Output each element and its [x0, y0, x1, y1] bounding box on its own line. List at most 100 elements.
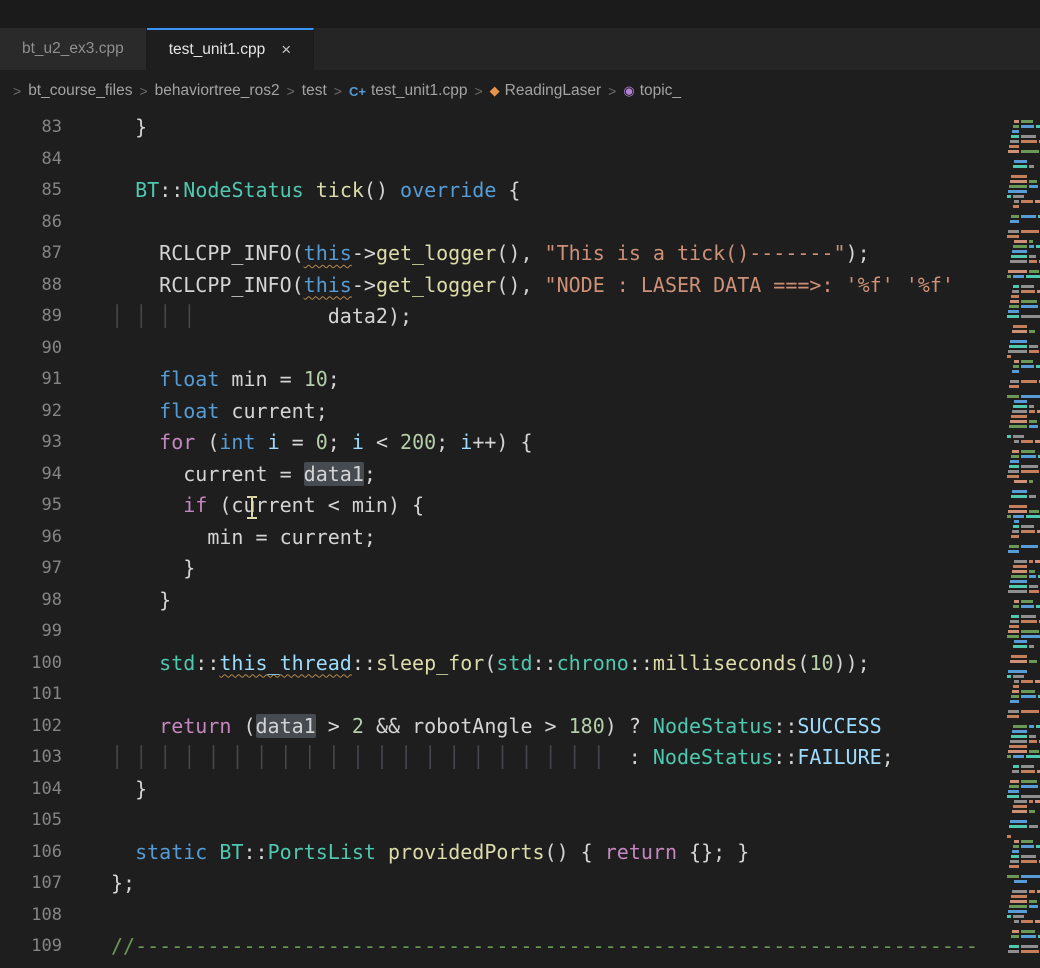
line-number[interactable]: 84 — [0, 144, 62, 176]
code-line[interactable]: 109//-----------------------------------… — [0, 931, 1006, 963]
chevron-right-icon: > — [13, 83, 21, 99]
code-editor[interactable]: 83 }8485 BT::NodeStatus tick() override … — [0, 112, 1040, 968]
breadcrumb-label: ReadingLaser — [505, 82, 602, 100]
code-line[interactable]: 95 if (current < min) { — [0, 490, 1006, 522]
breadcrumb-label: behaviortree_ros2 — [155, 82, 280, 100]
line-number[interactable]: 107 — [0, 868, 62, 900]
code-line[interactable]: 102 return (data1 > 2 && robotAngle > 18… — [0, 711, 1006, 743]
code-line[interactable]: 93 for (int i = 0; i < 200; i++) { — [0, 427, 1006, 459]
cpp-symbol-icon: C+ — [349, 84, 366, 99]
code-line[interactable]: 107}; — [0, 868, 1006, 900]
chevron-right-icon: > — [474, 83, 482, 99]
line-number[interactable]: 91 — [0, 364, 62, 396]
chevron-right-icon: > — [608, 83, 616, 99]
line-number[interactable]: 96 — [0, 522, 62, 554]
line-number[interactable]: 100 — [0, 648, 62, 680]
code-line[interactable]: 84 — [0, 144, 1006, 176]
code-text: } — [111, 112, 147, 144]
tab-test_unit1.cpp[interactable]: test_unit1.cpp× — [147, 28, 314, 70]
code-line[interactable]: 87 RCLCPP_INFO(this->get_logger(), "This… — [0, 238, 1006, 270]
code-text: min = current; — [111, 522, 376, 554]
breadcrumb-label: topic_ — [640, 82, 681, 100]
code-line[interactable]: 94 current = data1; — [0, 459, 1006, 491]
code-line[interactable]: 85 BT::NodeStatus tick() override { — [0, 175, 1006, 207]
minimap[interactable] — [1006, 112, 1040, 968]
line-number[interactable]: 93 — [0, 427, 62, 459]
line-number[interactable]: 103 — [0, 742, 62, 774]
close-icon[interactable]: × — [281, 40, 291, 60]
breadcrumb-item-test[interactable]: test — [302, 82, 327, 100]
method-symbol-icon: ◉ — [623, 83, 634, 99]
code-text: } — [111, 585, 171, 617]
code-text: RCLCPP_INFO(this->get_logger(), "This is… — [111, 238, 870, 270]
code-text: static BT::PortsList providedPorts() { r… — [111, 837, 749, 869]
code-line[interactable]: 91 float min = 10; — [0, 364, 1006, 396]
line-number[interactable]: 105 — [0, 805, 62, 837]
chevron-right-icon: > — [139, 83, 147, 99]
breadcrumb-item-test_unit1.cpp[interactable]: C+ test_unit1.cpp — [349, 82, 468, 100]
line-number[interactable]: 92 — [0, 396, 62, 428]
line-number[interactable]: 90 — [0, 333, 62, 365]
code-line[interactable]: 97 } — [0, 553, 1006, 585]
line-number[interactable]: 101 — [0, 679, 62, 711]
code-line[interactable]: 104 } — [0, 774, 1006, 806]
line-number[interactable]: 98 — [0, 585, 62, 617]
breadcrumb-label: bt_course_files — [28, 82, 132, 100]
code-text: std::this_thread::sleep_for(std::chrono:… — [111, 648, 870, 680]
line-number[interactable]: 106 — [0, 837, 62, 869]
line-number[interactable]: 108 — [0, 900, 62, 932]
breadcrumb-item-bt_course_files[interactable]: bt_course_files — [28, 82, 132, 100]
code-line[interactable]: 105 — [0, 805, 1006, 837]
code-text: │ │ │ │ │ │ │ │ │ │ │ │ │ │ │ │ │ │ │ │ … — [111, 742, 894, 774]
code-text: │ │ │ │ data2); — [111, 301, 412, 333]
code-text: RCLCPP_INFO(this->get_logger(), "NODE : … — [111, 270, 954, 302]
line-number[interactable]: 99 — [0, 616, 62, 648]
code-line[interactable]: 86 — [0, 207, 1006, 239]
code-text: } — [111, 553, 195, 585]
code-line[interactable]: 100 std::this_thread::sleep_for(std::chr… — [0, 648, 1006, 680]
breadcrumb-label: test — [302, 82, 327, 100]
breadcrumb-item-ReadingLaser[interactable]: ◆ ReadingLaser — [490, 82, 602, 100]
code-line[interactable]: 98 } — [0, 585, 1006, 617]
code-line[interactable]: 101 — [0, 679, 1006, 711]
line-number[interactable]: 83 — [0, 112, 62, 144]
line-number[interactable]: 87 — [0, 238, 62, 270]
window-titlebar — [0, 0, 1040, 28]
code-line[interactable]: 89 │ │ │ │ data2); — [0, 301, 1006, 333]
line-number[interactable]: 89 — [0, 301, 62, 333]
code-line[interactable]: 106 static BT::PortsList providedPorts()… — [0, 837, 1006, 869]
breadcrumb: > bt_course_files > behaviortree_ros2 > test >… — [0, 70, 1040, 112]
code-text: float current; — [111, 396, 328, 428]
line-number[interactable]: 97 — [0, 553, 62, 585]
line-number[interactable]: 86 — [0, 207, 62, 239]
chevron-right-icon: > — [334, 83, 342, 99]
code-line[interactable]: 92 float current; — [0, 396, 1006, 428]
code-text: float min = 10; — [111, 364, 340, 396]
breadcrumb-item-behaviortree_ros2[interactable]: behaviortree_ros2 — [155, 82, 280, 100]
code-text: } — [111, 774, 147, 806]
code-line[interactable]: 90 — [0, 333, 1006, 365]
code-text: return (data1 > 2 && robotAngle > 180) ?… — [111, 711, 882, 743]
code-line[interactable]: 103 │ │ │ │ │ │ │ │ │ │ │ │ │ │ │ │ │ │ │… — [0, 742, 1006, 774]
breadcrumb-item-topic_[interactable]: ◉ topic_ — [623, 82, 681, 100]
line-number[interactable]: 88 — [0, 270, 62, 302]
line-number[interactable]: 102 — [0, 711, 62, 743]
code-line[interactable]: 99 — [0, 616, 1006, 648]
line-number[interactable]: 85 — [0, 175, 62, 207]
code-line[interactable]: 96 min = current; — [0, 522, 1006, 554]
line-number[interactable]: 94 — [0, 459, 62, 491]
code-text: for (int i = 0; i < 200; i++) { — [111, 427, 533, 459]
breadcrumb-label: test_unit1.cpp — [371, 82, 468, 100]
code-lines[interactable]: 83 }8485 BT::NodeStatus tick() override … — [0, 112, 1006, 968]
class-symbol-icon: ◆ — [490, 83, 500, 99]
code-line[interactable]: 108 — [0, 900, 1006, 932]
code-text: BT::NodeStatus tick() override { — [111, 175, 520, 207]
line-number[interactable]: 95 — [0, 490, 62, 522]
code-line[interactable]: 83 } — [0, 112, 1006, 144]
tab-bar: bt_u2_ex3.cpp test_unit1.cpp× — [0, 28, 1040, 70]
line-number[interactable]: 109 — [0, 931, 62, 963]
code-line[interactable]: 88 RCLCPP_INFO(this->get_logger(), "NODE… — [0, 270, 1006, 302]
tab-bt_u2_ex3.cpp[interactable]: bt_u2_ex3.cpp — [0, 28, 147, 70]
line-number[interactable]: 104 — [0, 774, 62, 806]
tab-label: bt_u2_ex3.cpp — [22, 40, 124, 58]
